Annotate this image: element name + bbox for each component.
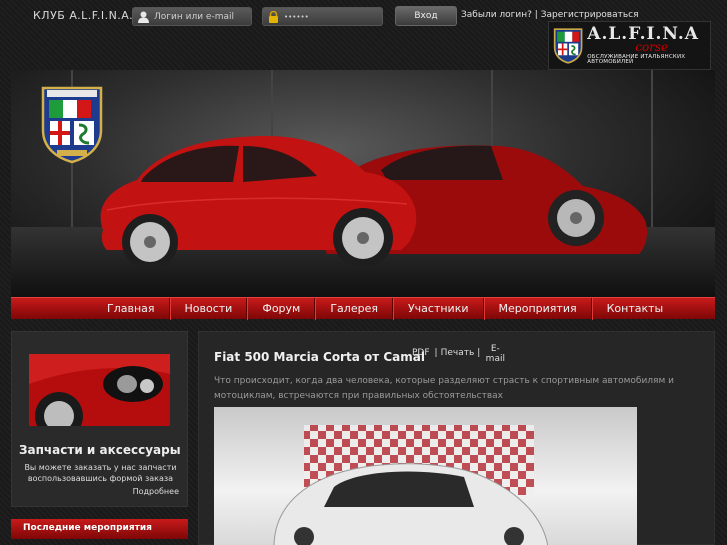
register-link[interactable]: Зарегистрироваться bbox=[541, 10, 639, 20]
email-link[interactable]: E-mail bbox=[483, 344, 507, 364]
parts-title: Запчасти и аксессуары bbox=[19, 443, 181, 457]
login-button[interactable]: Вход bbox=[395, 6, 457, 26]
nav-item-contacts[interactable]: Контакты bbox=[591, 297, 678, 320]
lock-icon bbox=[267, 10, 280, 23]
article-title[interactable]: Fiat 500 Marcia Corta от Camal bbox=[214, 350, 425, 364]
links-separator: | bbox=[534, 10, 538, 20]
article-image bbox=[214, 407, 637, 545]
nav-item-news[interactable]: Новости bbox=[169, 297, 248, 320]
nav-item-members[interactable]: Участники bbox=[392, 297, 484, 320]
nav-item-forum[interactable]: Форум bbox=[247, 297, 316, 320]
nav-item-events[interactable]: Мероприятия bbox=[483, 297, 592, 320]
parts-promo-box: Запчасти и аксессуары Вы можете заказать… bbox=[11, 331, 188, 507]
brand-subtitle: ОБСЛУЖИВАНИЕ ИТАЛЬЯНСКИХ АВТОМОБИЛЕЙ bbox=[587, 53, 686, 65]
pdf-link[interactable]: PDF bbox=[412, 348, 430, 358]
nav-item-gallery[interactable]: Галерея bbox=[315, 297, 393, 320]
hero-banner bbox=[11, 70, 715, 297]
article-actions: PDF | Печать | E-mail bbox=[412, 344, 507, 364]
brand-corse: corse bbox=[635, 39, 669, 54]
brand-logo[interactable]: A.L.F.I.N.A corse ОБСЛУЖИВАНИЕ ИТАЛЬЯНСК… bbox=[548, 21, 711, 70]
password-input[interactable]: •••••• bbox=[262, 7, 383, 26]
parts-more-link[interactable]: Подробнее bbox=[133, 487, 179, 496]
club-title: КЛУБ A.L.F.I.N.A. bbox=[33, 9, 134, 22]
password-value: •••••• bbox=[284, 12, 309, 21]
shield-icon bbox=[553, 27, 583, 64]
club-emblem bbox=[41, 84, 103, 168]
main-nav: Главная Новости Форум Галерея Участники … bbox=[11, 297, 715, 320]
page: КЛУБ A.L.F.I.N.A. Логин или e-mail •••••… bbox=[0, 0, 727, 545]
parts-image[interactable] bbox=[29, 354, 170, 426]
forgot-login-link[interactable]: Забыли логин? bbox=[461, 10, 532, 20]
article: Fiat 500 Marcia Corta от Camal PDF | Печ… bbox=[198, 331, 715, 545]
print-link[interactable]: Печать bbox=[441, 348, 475, 358]
nav-item-home[interactable]: Главная bbox=[93, 297, 170, 320]
parts-text: Вы можете заказать у нас запчасти воспол… bbox=[24, 463, 177, 483]
login-placeholder: Логин или e-mail bbox=[154, 11, 234, 22]
brand-wordmark: A.L.F.I.N.A corse ОБСЛУЖИВАНИЕ ИТАЛЬЯНСК… bbox=[587, 25, 710, 66]
actions-separator: | bbox=[477, 348, 481, 358]
login-input[interactable]: Логин или e-mail bbox=[132, 7, 252, 26]
article-description: Что происходит, когда два человека, кото… bbox=[214, 376, 674, 401]
latest-events-header: Последние мероприятия bbox=[11, 519, 188, 539]
red-cars-image bbox=[100, 136, 647, 270]
actions-separator: | bbox=[434, 348, 438, 358]
account-links: Забыли логин? | Зарегистрироваться bbox=[461, 10, 639, 20]
user-icon bbox=[137, 10, 150, 23]
top-bar: КЛУБ A.L.F.I.N.A. Логин или e-mail •••••… bbox=[0, 0, 727, 70]
